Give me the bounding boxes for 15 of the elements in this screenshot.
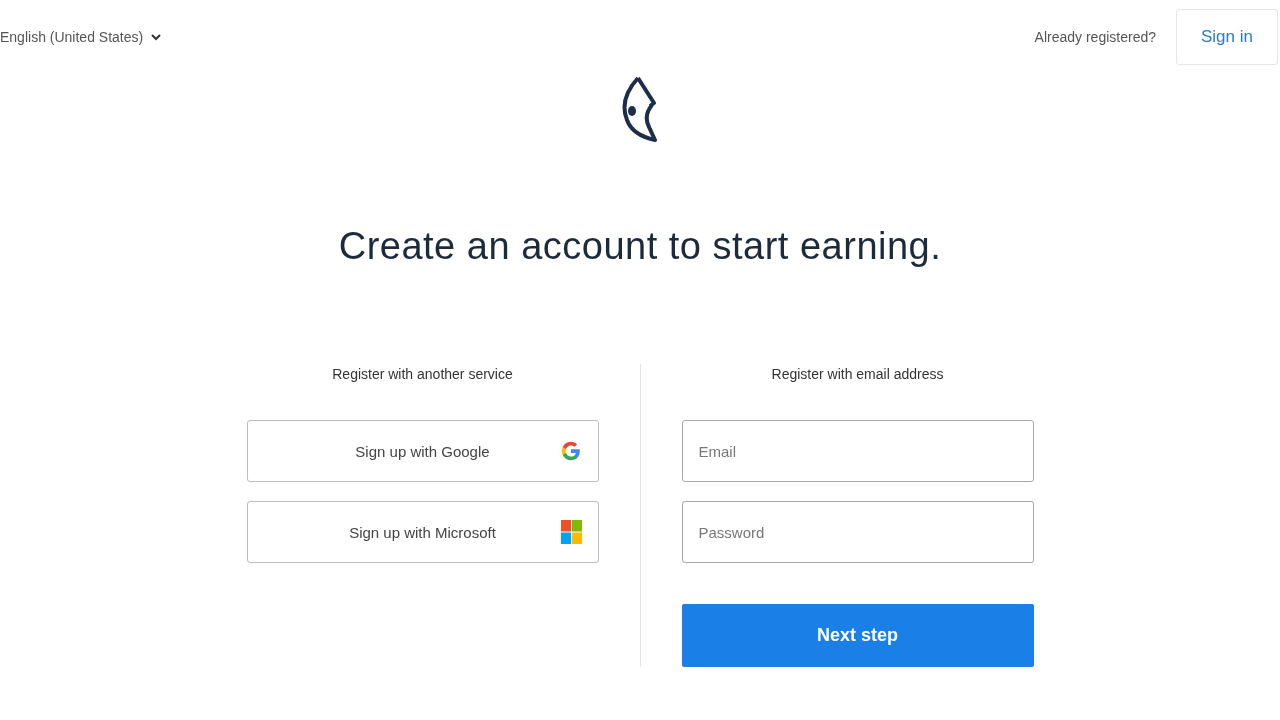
- language-selector[interactable]: English (United States): [0, 29, 162, 45]
- section-title: Register with another service: [331, 366, 514, 382]
- section-title: Register with email address: [770, 366, 945, 382]
- input-field[interactable]: Password: [681, 501, 1034, 563]
- input-field[interactable]: Email: [681, 420, 1034, 482]
- page-heading: Create an account to start earning.: [338, 225, 942, 268]
- already-registered-text: Already registered?: [1034, 29, 1156, 45]
- next-step-button[interactable]: Next step: [681, 604, 1034, 667]
- chevron-down-icon: [151, 33, 162, 41]
- sign-in-button[interactable]: Sign in: [1176, 9, 1278, 65]
- windows-icon: [560, 520, 582, 544]
- logo-icon: [621, 75, 659, 143]
- google-icon: [559, 440, 582, 462]
- sign-up-button[interactable]: Sign up with Microsoft: [246, 501, 599, 563]
- sign-up-button[interactable]: Sign up with Google: [246, 420, 599, 482]
